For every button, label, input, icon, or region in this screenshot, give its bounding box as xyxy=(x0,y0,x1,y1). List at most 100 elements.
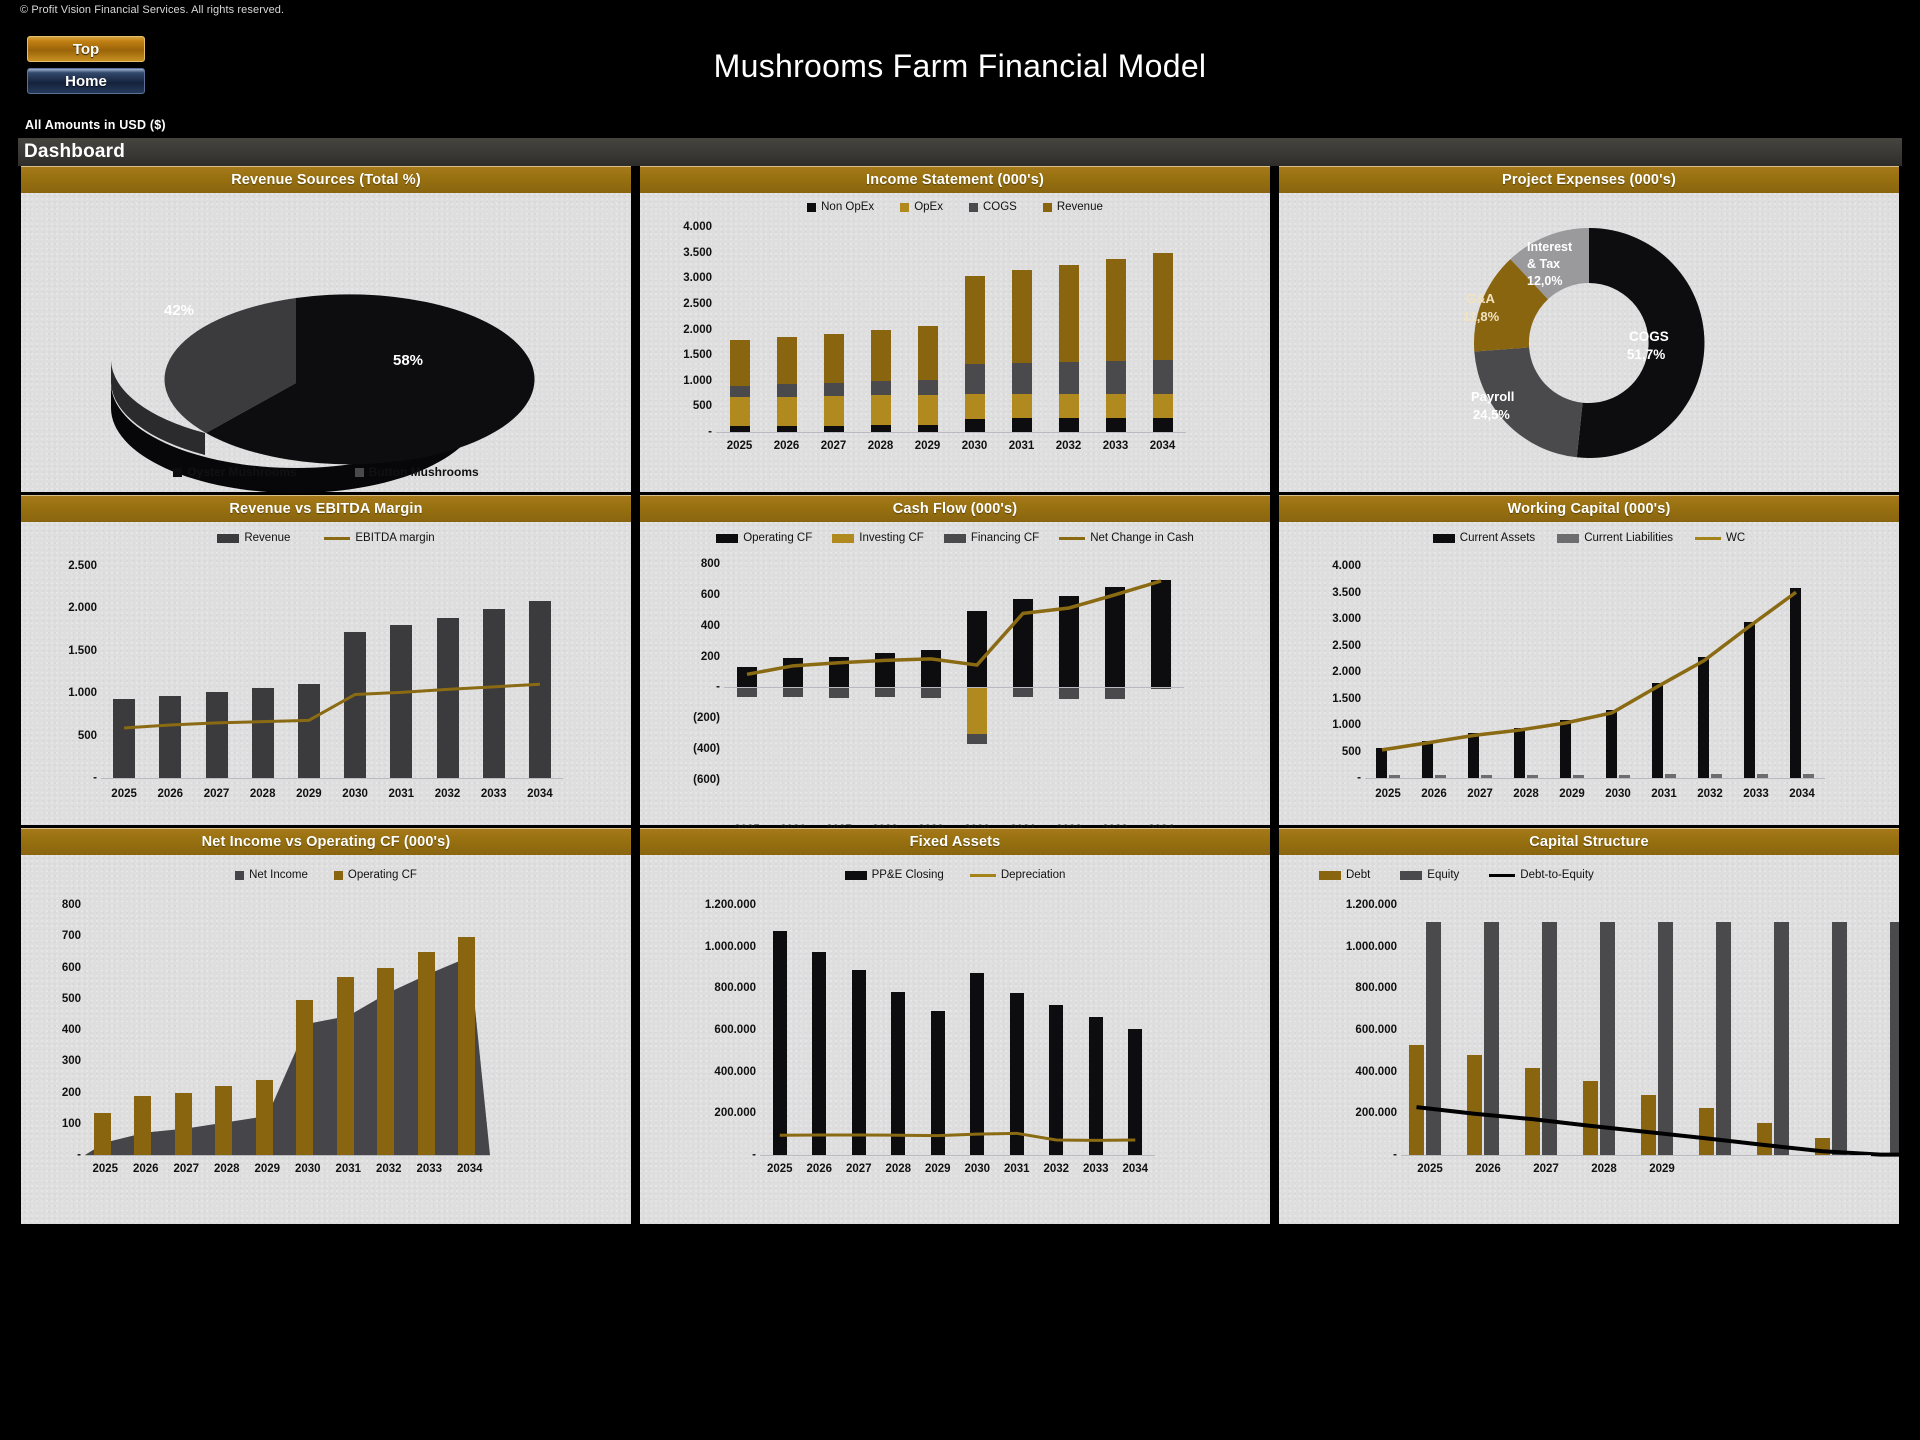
plot-area-net-income-ocf xyxy=(85,905,490,1155)
legend-label-operating-cf: Operating CF xyxy=(743,532,813,544)
panel-revenue-sources-header: Revenue Sources (Total %) xyxy=(21,166,631,193)
x-tick-label: 2029 xyxy=(254,1163,281,1175)
legend-income-statement: Non OpEx OpEx COGS Revenue xyxy=(640,201,1270,213)
legend-swatch-ppe-icon xyxy=(844,870,867,880)
plot-area-fixed-assets xyxy=(760,905,1155,1155)
x-tick-label: 2034 xyxy=(1122,1163,1149,1175)
x-tick-label: 2032 xyxy=(1055,440,1082,452)
y-tick-label: 200.000 xyxy=(714,1107,756,1120)
panel-working-capital: Working Capital (000's) Current Assets C… xyxy=(1279,495,1899,825)
x-tick-label: 2027 xyxy=(845,1163,872,1175)
line-depreciation xyxy=(779,1131,1136,1142)
bar-operating-cf xyxy=(417,951,435,1155)
y-tick-label: 500 xyxy=(61,992,81,1005)
bar-segment xyxy=(1105,361,1126,394)
dashboard-row-3: Net Income vs Operating CF (000's) Net I… xyxy=(18,828,1902,1224)
legend-item-current-liabilities: Current Liabilities xyxy=(1557,532,1673,544)
axis-baseline xyxy=(724,687,1184,689)
legend-item-button: Button Mushrooms xyxy=(354,465,479,479)
axis-baseline xyxy=(101,778,563,779)
y-tick-label: 3.500 xyxy=(1332,586,1361,599)
legend-item-operating-cf: Operating CF xyxy=(716,532,812,544)
y-tick-label: - xyxy=(716,681,720,694)
legend-label-ppe: PP&E Closing xyxy=(871,869,944,881)
bar-segment xyxy=(823,333,844,383)
legend-item-wc: WC xyxy=(1695,532,1745,544)
x-tick-label: 2027 xyxy=(203,788,230,800)
panel-income-statement-title: Income Statement (000's) xyxy=(866,172,1044,188)
x-tick-label: 2025 xyxy=(92,1163,119,1175)
y-tick-label: 2.000 xyxy=(68,602,97,615)
legend-label-opex: OpEx xyxy=(914,201,943,213)
x-tick-label: 2025 xyxy=(111,788,137,800)
legend-label-net-change: Net Change in Cash xyxy=(1090,532,1194,544)
bar-segment xyxy=(729,397,750,426)
y-tick-label: 100 xyxy=(61,1117,81,1130)
legend-swatch-investing-cf-icon xyxy=(832,533,855,543)
chart-fixed-assets: PP&E Closing Depreciation - 200.000 400.00… xyxy=(640,855,1270,1224)
dashboard-page: © Profit Vision Financial Services. All … xyxy=(0,0,1920,1440)
y-tick-label: 200 xyxy=(61,1086,81,1099)
bar-segment xyxy=(964,364,985,395)
legend-label-current-liabilities: Current Liabilities xyxy=(1584,532,1674,544)
x-tick-label: 2027 xyxy=(820,440,847,452)
legend-swatch-debt-icon xyxy=(1319,870,1341,880)
y-tick-label: 1.000.000 xyxy=(704,940,756,953)
chart-project-expenses: COGS 51,7% Payroll 24,5% G&A 11,8% Inter… xyxy=(1279,193,1899,492)
legend-label-investing-cf: Investing CF xyxy=(859,532,924,544)
panel-cash-flow: Cash Flow (000's) Operating CF Investing… xyxy=(640,495,1270,836)
panel-net-income-ocf-header: Net Income vs Operating CF (000's) xyxy=(21,828,631,855)
y-tick-label: 4.000 xyxy=(1332,560,1361,572)
x-tick-label: 2033 xyxy=(1743,788,1769,800)
y-tick-label: 1.200.000 xyxy=(1345,899,1397,911)
bar-segment xyxy=(823,382,844,397)
legend-line-net-change-icon xyxy=(1059,536,1086,540)
donut-value-ga: 11,8% xyxy=(1463,309,1500,324)
x-tick-label: 2030 xyxy=(294,1163,321,1175)
legend-label-debt-to-equity: Debt-to-Equity xyxy=(1520,869,1594,881)
legend-item-revenue-bar: Revenue xyxy=(217,532,290,544)
bar-segment xyxy=(1058,394,1079,419)
bar-segment xyxy=(870,381,891,396)
y-tick-label: 2.000 xyxy=(1332,666,1361,678)
x-tick-label: 2026 xyxy=(132,1163,159,1175)
bar-segment xyxy=(1011,363,1032,395)
y-tick-label: 600.000 xyxy=(1355,1024,1397,1036)
legend-item-investing-cf: Investing CF xyxy=(832,532,924,544)
panel-project-expenses-header: Project Expenses (000's) xyxy=(1279,166,1899,193)
y-tick-label: 1.500 xyxy=(68,644,97,657)
donut-chart-project-expenses: COGS 51,7% Payroll 24,5% G&A 11,8% Inter… xyxy=(1463,227,1705,458)
legend-swatch-current-liabilities-icon xyxy=(1557,533,1580,543)
x-tick-label: 2030 xyxy=(1605,788,1631,800)
legend-label-wc: WC xyxy=(1726,532,1746,544)
pie-label-oyster-pct: 58% xyxy=(393,352,423,369)
legend-item-financing-cf: Financing CF xyxy=(943,532,1039,544)
y-tick-label: 2.500 xyxy=(68,560,97,572)
panel-income-statement: Income Statement (000's) Non OpEx OpEx C… xyxy=(640,166,1270,492)
y-tick-label: 1.500 xyxy=(683,349,712,362)
plot-area-working-capital xyxy=(1365,566,1825,778)
legend-label-net-income: Net Income xyxy=(249,869,308,881)
bar-segment xyxy=(1058,265,1079,363)
x-tick-label: 2031 xyxy=(1008,440,1035,452)
legend-label-oyster: Oyster Mushrooms xyxy=(187,465,297,479)
x-tick-label: 2028 xyxy=(885,1163,912,1175)
bar-segment xyxy=(1152,253,1173,361)
legend-cash-flow: Operating CF Investing CF Financing CF N… xyxy=(640,532,1270,544)
bar-operating-cf xyxy=(134,1095,152,1155)
chart-working-capital: Current Assets Current Liabilities WC - 5… xyxy=(1279,522,1899,825)
x-tick-label: 2032 xyxy=(1697,788,1723,800)
y-tick-label: 800 xyxy=(700,558,720,570)
y-tick-label: 1.500 xyxy=(1332,692,1361,705)
pie-chart-revenue-sources: 42% 58% xyxy=(111,294,535,493)
bar-segment xyxy=(729,339,750,386)
y-tick-label: 400 xyxy=(700,619,720,632)
x-tick-label: 2025 xyxy=(726,440,753,452)
panel-capital-structure-title: Capital Structure xyxy=(1529,834,1649,850)
panel-revenue-ebitda-title: Revenue vs EBITDA Margin xyxy=(229,501,423,517)
legend-item-current-assets: Current Assets xyxy=(1432,532,1535,544)
y-tick-label: 800.000 xyxy=(1355,982,1397,995)
bar-segment xyxy=(870,330,891,382)
x-tick-label: 2032 xyxy=(1043,1163,1070,1175)
y-tick-label: 2.500 xyxy=(1332,639,1361,652)
